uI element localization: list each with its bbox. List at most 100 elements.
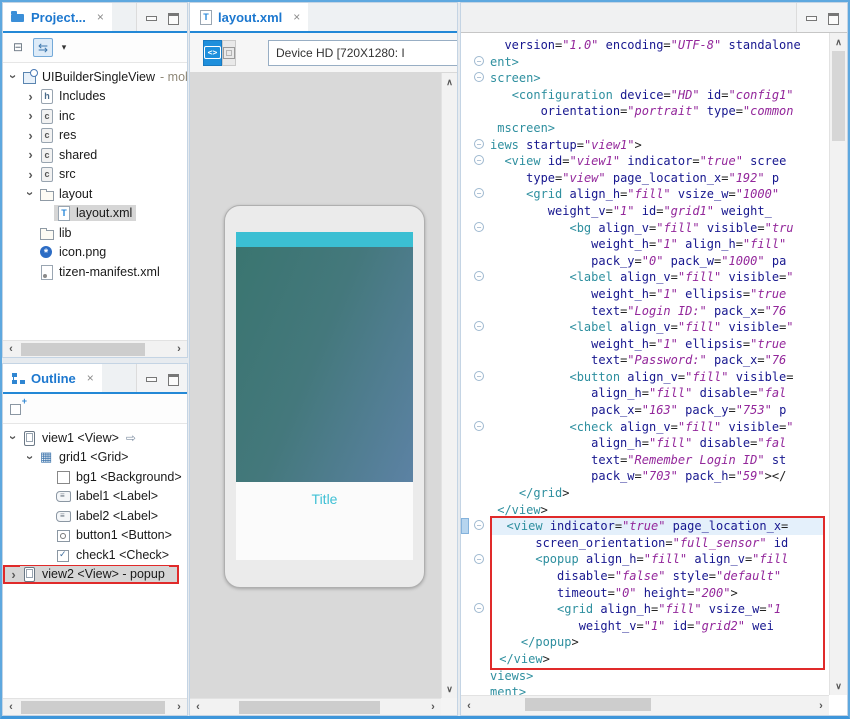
tree-item-shared[interactable]: ›shared xyxy=(3,145,187,165)
fold-collapse-icon[interactable]: − xyxy=(474,371,484,381)
code-line[interactable]: mscreen> xyxy=(490,120,827,137)
chevron-down-icon[interactable]: › xyxy=(24,451,37,464)
code-line[interactable]: <grid align_h="fill" vsize_w="1000" xyxy=(490,186,827,203)
tree-item-view2-view-popup[interactable]: ›view2 <View> - popup xyxy=(3,565,179,585)
code-line[interactable]: weight_v="1" id="grid1" weight_ xyxy=(490,203,827,220)
fold-collapse-icon[interactable]: − xyxy=(474,520,484,530)
tree-item-label2-label[interactable]: ›label2 <Label> xyxy=(3,506,187,526)
fold-collapse-icon[interactable]: − xyxy=(474,321,484,331)
tree-item-lib[interactable]: ›lib xyxy=(3,223,187,243)
design-view-button[interactable] xyxy=(222,40,236,66)
code-line[interactable]: ent> xyxy=(490,54,827,71)
code-line[interactable]: pack_w="703" pack_h="59"></ xyxy=(490,468,827,485)
fold-collapse-icon[interactable]: − xyxy=(474,603,484,613)
code-line[interactable]: <grid align_h="fill" vsize_w="1 xyxy=(492,601,823,618)
fold-collapse-icon[interactable]: − xyxy=(474,271,484,281)
tree-item-layout.xml[interactable]: ›layout.xml xyxy=(3,204,187,224)
add-element-icon[interactable]: + xyxy=(8,399,28,418)
maximize-icon[interactable] xyxy=(167,373,179,384)
code-editor[interactable]: −−−−−−−−−−−−− version="1.0" encoding="UT… xyxy=(461,33,847,715)
code-line[interactable]: weight_h="1" ellipsis="true xyxy=(490,286,827,303)
tree-item-res[interactable]: ›res xyxy=(3,126,187,146)
tree-item-label1-label[interactable]: ›label1 <Label> xyxy=(3,487,187,507)
code-hscrollbar[interactable]: ‹ › xyxy=(461,695,829,715)
popup-preview[interactable]: Title xyxy=(236,482,413,560)
code-line[interactable]: type="view" page_location_x="192" p xyxy=(490,170,827,187)
scroll-right-icon[interactable]: › xyxy=(425,699,441,715)
code-line[interactable]: weight_h="1" ellipsis="true xyxy=(490,336,827,353)
tree-item-uibuildersingleview[interactable]: ›UIBuilderSingleView - mob xyxy=(3,67,187,87)
code-line[interactable]: iews startup="view1"> xyxy=(490,137,827,154)
project-hscrollbar[interactable]: ‹ › xyxy=(3,340,187,357)
code-line[interactable]: <label align_v="fill" visible=" xyxy=(490,269,827,286)
code-lines[interactable]: version="1.0" encoding="UTF-8" standalon… xyxy=(490,37,827,695)
code-line[interactable]: timeout="0" height="200"> xyxy=(492,585,823,602)
code-line[interactable]: <popup align_h="fill" align_v="fill xyxy=(492,551,823,568)
code-line[interactable]: text="Password:" pack_x="76 xyxy=(490,352,827,369)
tab-outline[interactable]: Outline × xyxy=(3,364,102,392)
code-line[interactable]: <configuration device="HD" id="config1" xyxy=(490,87,827,104)
tree-item-check1-check[interactable]: ›check1 <Check> xyxy=(3,545,187,565)
device-screen[interactable]: Title xyxy=(236,232,413,560)
scrollbar-thumb[interactable] xyxy=(239,701,380,714)
maximize-icon[interactable] xyxy=(167,12,179,23)
collapse-all-icon[interactable]: ⊟ xyxy=(8,38,28,57)
chevron-right-icon[interactable]: › xyxy=(24,168,37,181)
code-line[interactable]: screen> xyxy=(490,70,827,87)
scroll-right-icon[interactable]: › xyxy=(171,699,187,715)
scrollbar-thumb[interactable] xyxy=(525,698,651,711)
code-line[interactable]: weight_v="1" id="grid2" wei xyxy=(492,618,823,635)
chevron-down-icon[interactable]: › xyxy=(24,187,37,200)
code-line[interactable]: views> xyxy=(490,668,827,685)
outline-hscrollbar[interactable]: ‹ › xyxy=(3,698,187,715)
chevron-right-icon[interactable]: › xyxy=(24,129,37,142)
design-canvas[interactable]: Title xyxy=(190,73,441,698)
maximize-icon[interactable] xyxy=(827,12,839,23)
chevron-right-icon[interactable]: › xyxy=(24,90,37,103)
fold-collapse-icon[interactable]: − xyxy=(474,421,484,431)
scrollbar-thumb[interactable] xyxy=(21,343,145,356)
fold-collapse-icon[interactable]: − xyxy=(474,222,484,232)
tree-item-icon.png[interactable]: ›icon.png xyxy=(3,243,187,263)
scroll-up-icon[interactable]: ∧ xyxy=(830,35,847,49)
source-design-toggle-button[interactable]: <> xyxy=(203,40,222,66)
chevron-right-icon[interactable]: › xyxy=(7,568,20,581)
code-vscrollbar[interactable]: ∧ ∨ xyxy=(829,33,847,695)
link-with-editor-icon[interactable]: ⇆ xyxy=(33,38,53,57)
close-icon[interactable]: × xyxy=(91,10,104,24)
scroll-right-icon[interactable]: › xyxy=(813,698,829,714)
code-line[interactable]: pack_x="163" pack_y="753" p xyxy=(490,402,827,419)
tree-item-includes[interactable]: ›Includes xyxy=(3,87,187,107)
code-line[interactable]: <label align_v="fill" visible=" xyxy=(490,319,827,336)
tree-item-src[interactable]: ›src xyxy=(3,165,187,185)
code-line[interactable]: </grid> xyxy=(490,485,827,502)
tree-item-layout[interactable]: ›layout xyxy=(3,184,187,204)
code-line[interactable]: screen_orientation="full_sensor" id xyxy=(492,535,823,552)
minimize-icon[interactable] xyxy=(145,12,157,23)
code-line[interactable]: align_h="fill" disable="fal xyxy=(490,385,827,402)
fold-collapse-icon[interactable]: − xyxy=(474,155,484,165)
tree-item-view1-view[interactable]: ›view1 <View>⇨ xyxy=(3,428,187,448)
device-selector[interactable]: Device HD [720X1280: I xyxy=(268,40,457,66)
view-menu-icon[interactable]: ▾ xyxy=(58,38,70,57)
tab-project-explorer[interactable]: Project... × xyxy=(3,3,112,31)
minimize-icon[interactable] xyxy=(805,12,817,23)
chevron-right-icon[interactable]: › xyxy=(24,109,37,122)
minimize-icon[interactable] xyxy=(145,373,157,384)
code-line[interactable]: </popup> xyxy=(492,634,823,651)
fold-collapse-icon[interactable]: − xyxy=(474,188,484,198)
code-line[interactable]: <bg align_v="fill" visible="tru xyxy=(490,220,827,237)
close-icon[interactable]: × xyxy=(287,10,300,24)
fold-collapse-icon[interactable]: − xyxy=(474,56,484,66)
fold-collapse-icon[interactable]: − xyxy=(474,139,484,149)
tree-item-grid1-grid[interactable]: ›grid1 <Grid> xyxy=(3,448,187,468)
scroll-down-icon[interactable]: ∨ xyxy=(442,682,457,696)
chevron-right-icon[interactable]: › xyxy=(24,148,37,161)
scroll-up-icon[interactable]: ∧ xyxy=(442,75,457,89)
chevron-down-icon[interactable]: › xyxy=(7,431,20,444)
code-line[interactable]: <view id="view1" indicator="true" scree xyxy=(490,153,827,170)
code-line[interactable]: weight_h="1" align_h="fill" xyxy=(490,236,827,253)
code-line[interactable]: <button align_v="fill" visible= xyxy=(490,369,827,386)
canvas-hscrollbar[interactable]: ‹ › xyxy=(190,698,441,715)
scroll-left-icon[interactable]: ‹ xyxy=(3,699,19,715)
